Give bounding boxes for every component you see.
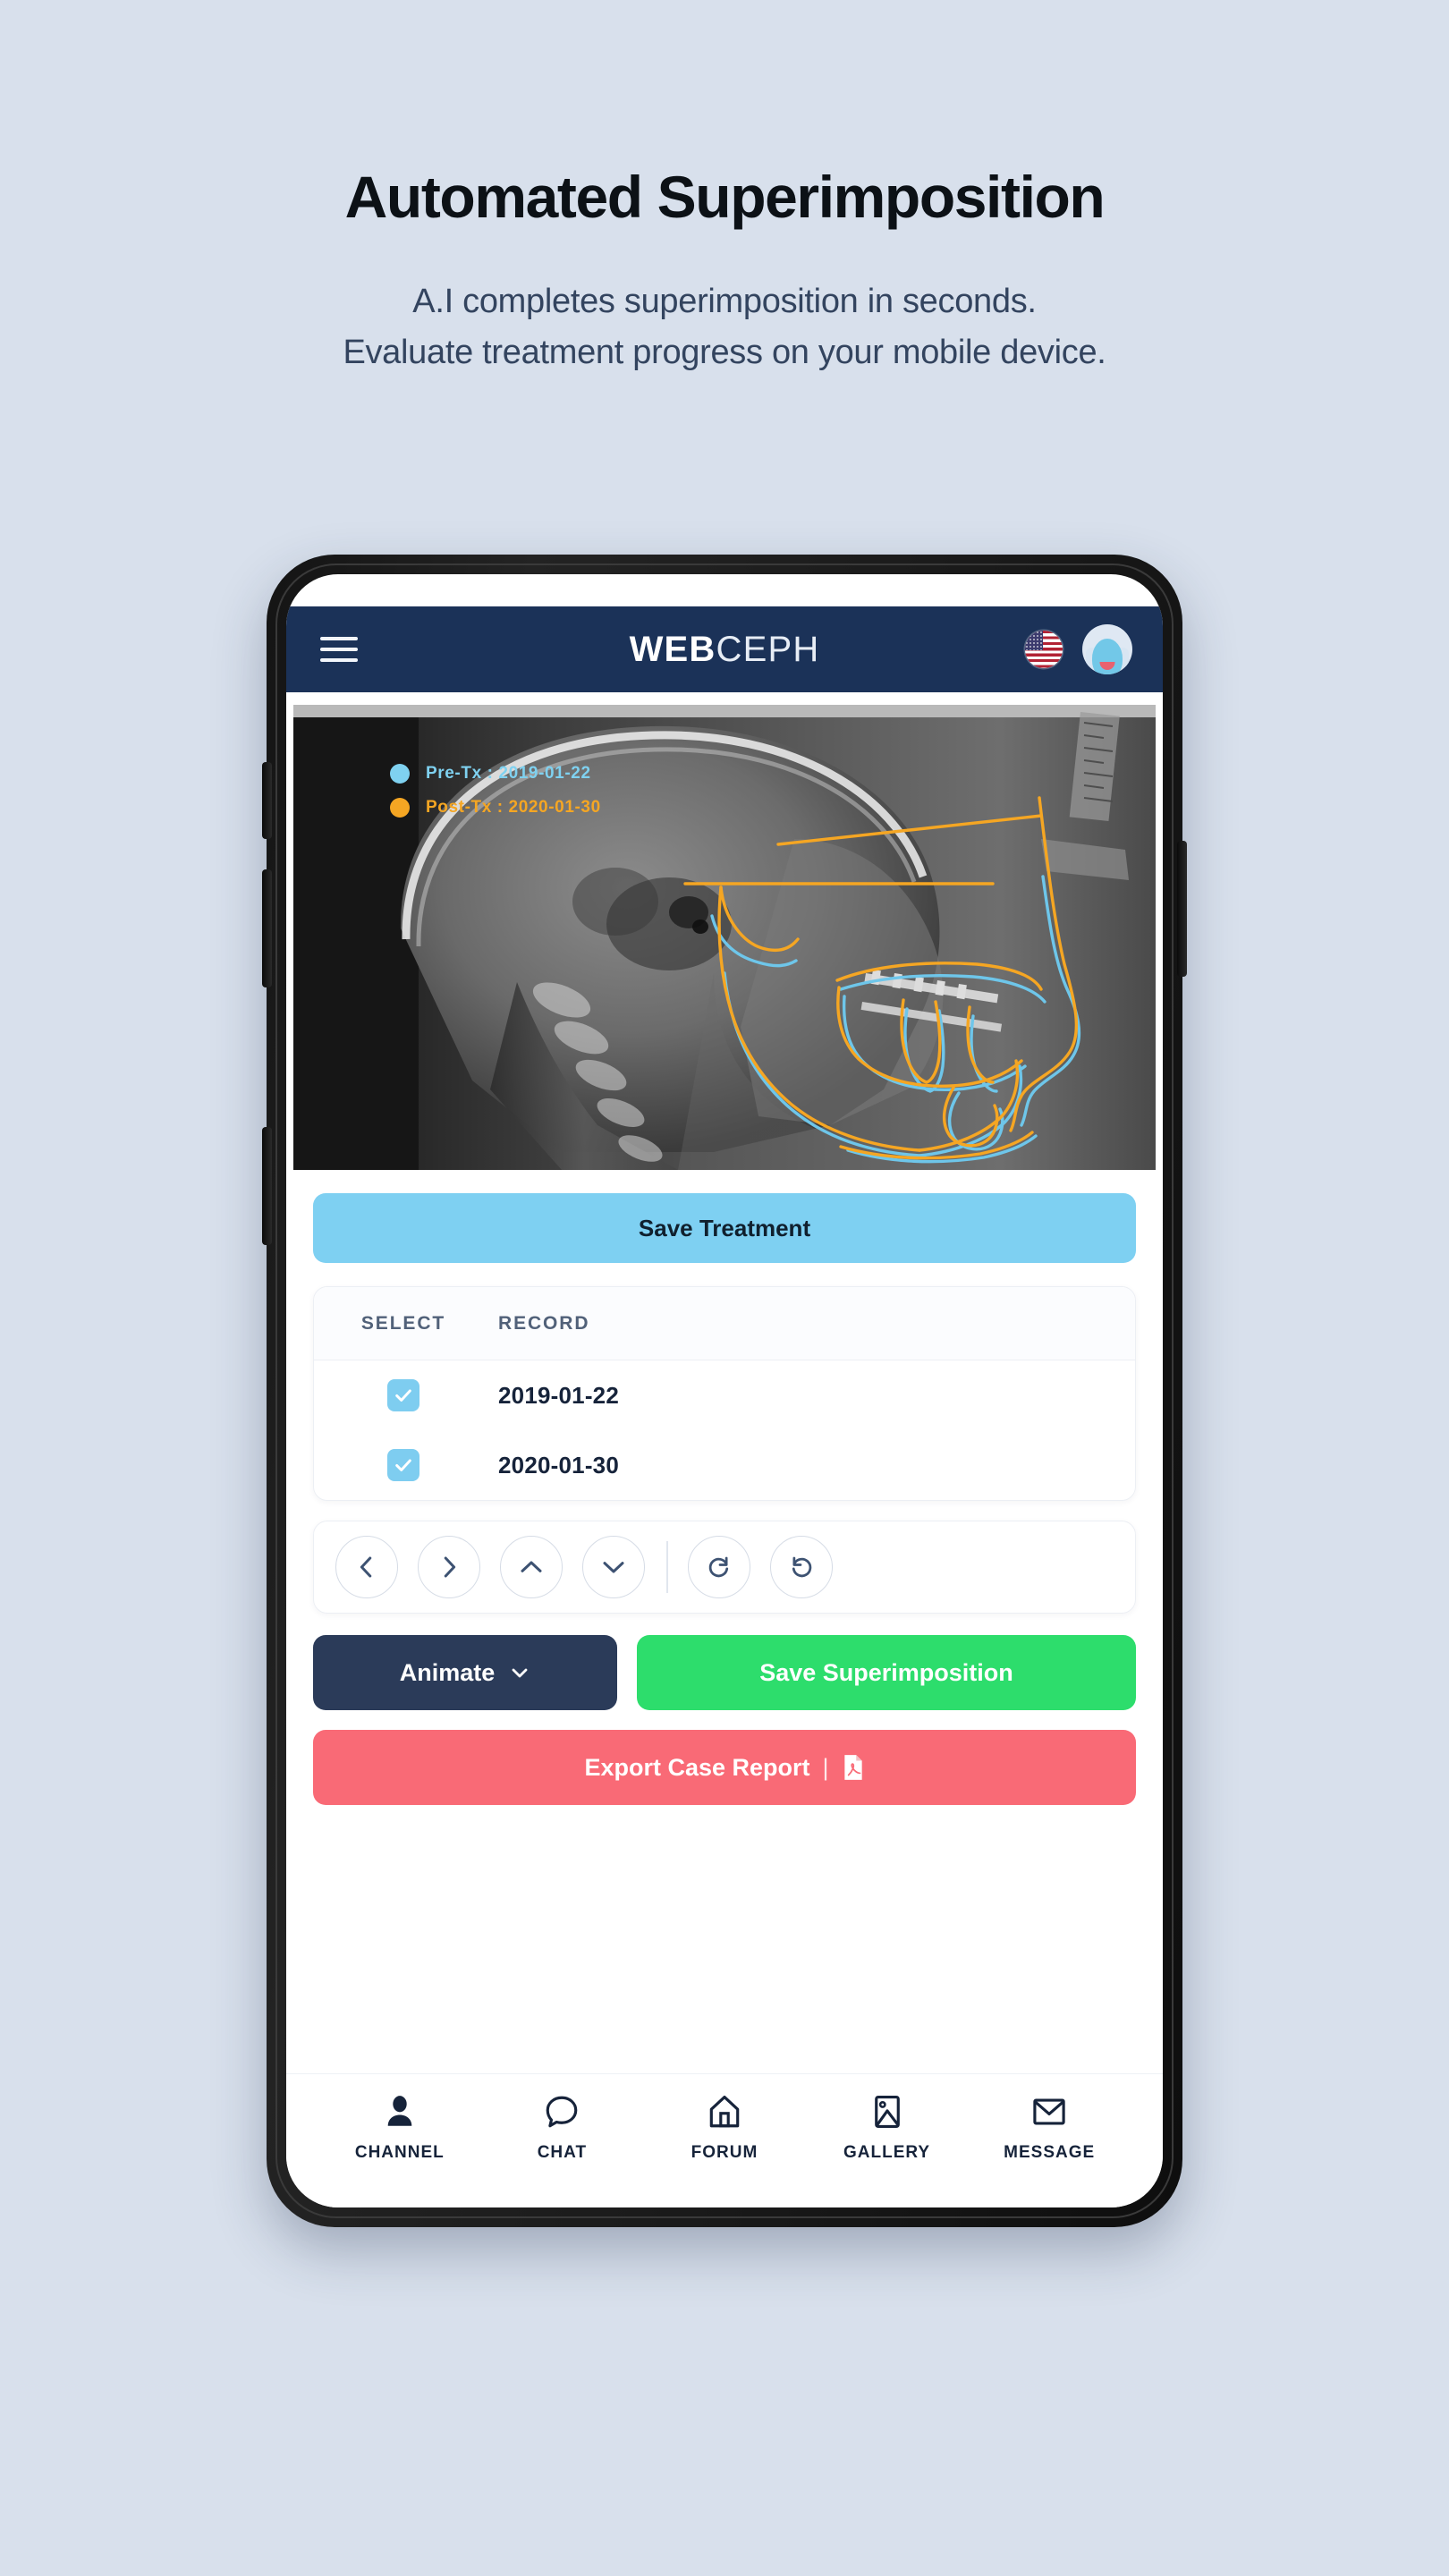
nav-pad-divider [666,1541,668,1593]
nav-label-forum: FORUM [691,2142,758,2162]
chevron-left-icon [360,1556,372,1578]
nav-item-message[interactable]: MESSAGE [968,2093,1131,2163]
animate-label: Animate [399,1658,496,1686]
xray-legend: Pre-Tx : 2019-01-22 Post-Tx : 2020-01-30 [390,764,601,818]
table-row[interactable]: 2019-01-22 [314,1360,1135,1430]
chevron-down-icon [512,1668,528,1678]
post-tx-dot [390,798,410,818]
nav-item-chat[interactable]: CHAT [481,2093,644,2163]
phone-screen: WEBCEPH Pre-Tx: 2019-01-22 Post-Tx: 20… [286,574,1163,2207]
app-header-right [1025,624,1132,674]
save-treatment-button[interactable]: Save Treatment [313,1193,1136,1263]
export-label: Export Case Report [584,1753,810,1781]
undo-button[interactable] [769,1536,833,1598]
move-down-button[interactable] [582,1536,645,1598]
select-cell [314,1379,493,1411]
save-superimposition-button[interactable]: Save Superimposition [637,1635,1136,1710]
hamburger-menu-icon[interactable] [320,637,358,662]
checkmark-icon [395,1459,411,1471]
nav-item-forum[interactable]: FORUM [643,2093,806,2163]
move-up-button[interactable] [500,1536,563,1598]
action-button-row: Animate Save Superimposition [313,1635,1136,1710]
phone-volume-up-button[interactable] [262,869,272,987]
nav-item-channel[interactable]: CHANNEL [318,2093,481,2163]
table-header-row: SELECT RECORD [314,1287,1135,1360]
envelope-icon [1033,2097,1065,2125]
logo-ceph-text: CEPH [716,629,820,669]
subtitle-line-1: A.I completes superimposition in seconds… [412,283,1037,321]
person-icon [387,2095,412,2126]
chevron-right-icon [444,1556,456,1578]
export-divider: | [822,1753,829,1781]
column-header-record: RECORD [498,1312,590,1334]
page-subtitle: A.I completes superimposition in seconds… [0,276,1449,377]
chevron-down-icon [603,1562,624,1573]
export-case-report-button[interactable]: Export Case Report | [313,1730,1136,1805]
undo-icon [792,1556,811,1578]
move-right-button[interactable] [418,1536,480,1598]
subtitle-line-2: Evaluate treatment progress on your mobi… [343,333,1106,371]
record-date: 2019-01-22 [498,1381,619,1409]
page-title: Automated Superimposition [344,164,1106,230]
user-avatar-icon[interactable] [1082,624,1132,674]
phone-mute-button[interactable] [262,762,272,839]
cephalometric-xray-viewer[interactable]: Pre-Tx : 2019-01-22 Post-Tx : 2020-01-30 [293,705,1156,1170]
image-icon [874,2095,900,2128]
column-header-select: SELECT [360,1312,446,1334]
phone-mockup: WEBCEPH Pre-Tx: 2019-01-22 Post-Tx: 20… [262,555,1187,2227]
select-cell [314,1449,493,1481]
nav-label-message: MESSAGE [1004,2142,1096,2162]
records-table: SELECT RECORD 2019-01-22 2020-01-30 [313,1286,1136,1501]
superimposition-nav-pad [313,1521,1136,1614]
us-flag-icon[interactable] [1025,631,1063,668]
chevron-up-icon [521,1561,542,1572]
nav-label-chat: CHAT [537,2142,588,2162]
nav-label-gallery: GALLERY [843,2142,931,2162]
post-tx-label: Post-Tx : 2020-01-30 [426,798,601,817]
app-content: Pre-Tx : 2019-01-22 Post-Tx : 2020-01-30… [286,692,1163,2073]
record-checkbox[interactable] [387,1379,419,1411]
bottom-navigation: CHANNEL CHAT FORUM GALLERY MESSAGE [286,2073,1163,2207]
redo-button[interactable] [687,1536,750,1598]
pre-tx-dot [390,764,410,784]
legend-item-pre-tx: Pre-Tx : 2019-01-22 [390,764,601,784]
phone-volume-down-button[interactable] [262,1127,272,1245]
checkmark-icon [395,1389,411,1402]
nav-item-gallery[interactable]: GALLERY [806,2093,969,2163]
nav-label-channel: CHANNEL [354,2142,445,2162]
pre-tx-label: Pre-Tx : 2019-01-22 [426,764,591,783]
legend-item-post-tx: Post-Tx : 2020-01-30 [390,798,601,818]
animate-dropdown-button[interactable]: Animate [313,1635,617,1710]
move-left-button[interactable] [335,1536,398,1598]
record-date: 2020-01-30 [498,1451,619,1479]
pdf-file-icon [843,1755,862,1780]
hero-section: Automated Superimposition A.I completes … [0,0,1449,377]
home-icon [709,2095,740,2127]
record-checkbox[interactable] [387,1449,419,1481]
chat-bubble-icon [547,2096,578,2127]
redo-icon [708,1556,728,1578]
table-row[interactable]: 2020-01-30 [314,1430,1135,1500]
logo-web-text: WEB [629,629,716,669]
app-header: WEBCEPH [286,606,1163,692]
phone-power-button[interactable] [1177,841,1187,977]
